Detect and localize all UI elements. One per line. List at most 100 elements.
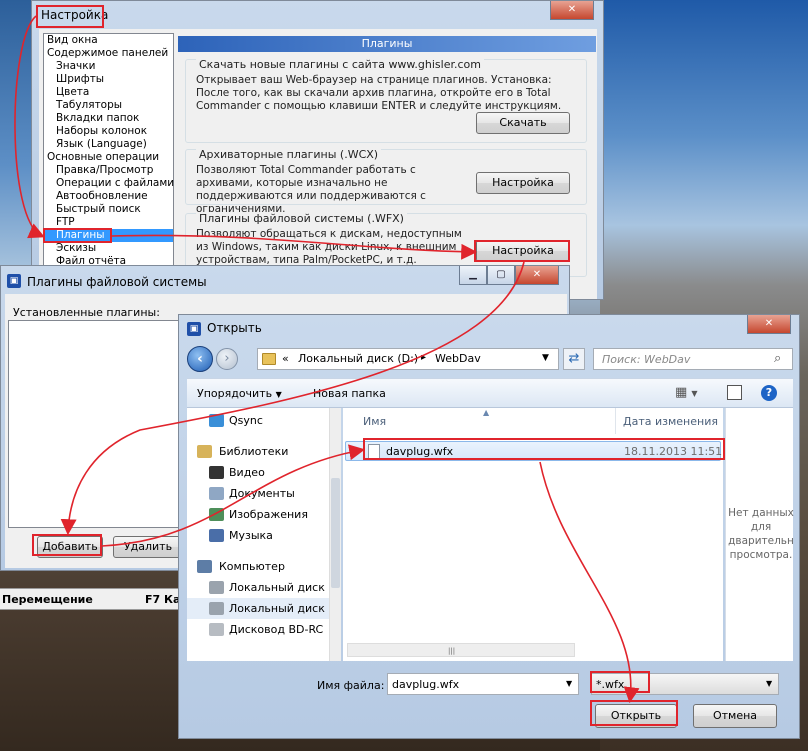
nav-scrollbar[interactable] [329,408,341,661]
nav-item[interactable]: Qsync [187,410,340,431]
nav-item-label: Локальный диск [229,602,325,615]
settings-tree-item[interactable]: Цвета [44,86,173,99]
plugins-panel-header: Плагины [178,36,596,52]
open-dialog: ▣ Открыть ✕ ‹ › « Локальный диск (D:) ▸ … [178,314,800,739]
breadcrumb-drive[interactable]: Локальный диск (D:) [298,352,418,365]
search-icon: ⌕ [774,351,782,366]
add-plugin-button[interactable]: Добавить [37,536,103,558]
nav-item[interactable]: Изображения [187,504,340,525]
file-row[interactable]: davplug.wfx 18.11.2013 11:51 [345,441,723,461]
settings-tree-item[interactable]: Основные операции [44,151,173,164]
settings-tree-item[interactable]: Эскизы [44,242,173,255]
installed-plugins-list[interactable] [8,320,184,528]
filename-input[interactable]: davplug.wfx ▼ [387,673,579,695]
settings-tree-item[interactable]: Быстрый поиск [44,203,173,216]
navigation-pane[interactable]: Qsync Библиотеки Видео Документы Изображения… [187,408,341,661]
help-icon[interactable]: ? [761,385,777,401]
preview-pane: Нет данных для дварительн просмотра. [725,408,794,661]
file-type-filter[interactable]: *.wfx ▼ [591,673,779,695]
open-button[interactable]: Открыть [595,704,677,728]
open-dialog-title: Открыть [207,321,262,335]
filter-value: *.wfx [596,678,625,691]
organize-button[interactable]: Упорядочить ▼ [197,387,282,400]
preview-pane-icon[interactable] [727,385,742,400]
nav-item[interactable]: Документы [187,483,340,504]
chevron-down-icon[interactable]: ▼ [566,679,572,688]
nav-item[interactable]: Дисковод BD-RC [187,619,340,640]
settings-tree-item[interactable]: Шрифты [44,73,173,86]
refresh-button[interactable]: ⇄ [563,348,585,370]
remove-plugin-button[interactable]: Удалить [113,536,183,558]
cancel-button[interactable]: Отмена [693,704,777,728]
settings-tree-item[interactable]: Вид окна [44,34,173,47]
chevron-down-icon[interactable]: ▼ [542,353,549,363]
nav-item[interactable]: Локальный диск [187,577,340,598]
nav-item-label: Изображения [229,508,308,521]
forward-button[interactable]: › [216,348,238,370]
breadcrumb-separator-icon: ▸ [421,352,427,363]
settings-tree-item[interactable]: Значки [44,60,173,73]
plugin-settings-button[interactable]: Настройка [476,240,570,262]
tc-function-bar: Перемещение F7 Ка [0,588,185,610]
nav-item-label: Документы [229,487,295,500]
back-button[interactable]: ‹ [187,346,213,372]
filename-value: davplug.wfx [392,678,460,691]
breadcrumb-folder[interactable]: WebDav [435,352,481,365]
horizontal-scrollbar[interactable]: ||| [347,643,575,657]
column-header-name[interactable]: Имя [363,415,386,428]
move-key-label[interactable]: Перемещение [2,593,93,606]
plugin-group-title: Архиваторные плагины (.WCX) [196,148,382,161]
settings-tree-item[interactable]: Операции с файлами [44,177,174,190]
plugin-group-description: Открывает ваш Web-браузер на странице пл… [196,74,562,112]
breadcrumb-overflow[interactable]: « [282,352,289,365]
settings-tree[interactable]: Вид окна Содержимое панелей Значки Шрифты Цв… [43,33,174,295]
fs-plugins-minimize-button[interactable]: ▁ [459,266,487,285]
settings-tree-item[interactable]: Содержимое панелей [44,47,173,60]
download-button[interactable]: Скачать [476,112,570,134]
installed-plugins-label: Установленные плагины: [13,306,160,319]
filename-label: Имя файла: [317,679,385,692]
f7-key-label[interactable]: F7 Ка [145,593,180,606]
column-header-date[interactable]: Дата изменения [623,415,718,428]
fs-plugins-close-button[interactable]: ✕ [515,266,559,285]
file-icon [368,444,380,459]
file-list[interactable]: Имя ▲ Дата изменения davplug.wfx 18.11.20… [343,408,723,661]
settings-tree-item[interactable]: Правка/Просмотр [44,164,173,177]
open-dialog-close-button[interactable]: ✕ [747,315,791,334]
music-icon [209,529,224,542]
settings-tree-item[interactable]: Табуляторы [44,99,173,112]
settings-tree-item[interactable]: FTP [44,216,173,229]
preview-text: Нет данных для дварительн просмотра. [728,507,794,561]
settings-tree-item[interactable]: Плагины [44,229,173,242]
view-options-icon[interactable]: ▦ ▼ [675,385,698,400]
settings-tree-item[interactable]: Наборы колонок [44,125,173,138]
chevron-down-icon[interactable]: ▼ [766,679,772,688]
settings-close-button[interactable]: ✕ [550,1,594,20]
file-date: 18.11.2013 11:51 [624,445,723,458]
settings-tree-item[interactable]: Вкладки папок [44,112,173,125]
nav-item[interactable]: Видео [187,462,340,483]
qsync-icon [209,414,224,427]
nav-item[interactable]: Компьютер [187,556,340,577]
nav-item[interactable]: Музыка [187,525,340,546]
nav-item[interactable]: Библиотеки [187,441,340,462]
fs-plugins-title: Плагины файловой системы [27,275,207,289]
fs-plugins-maximize-button[interactable]: ▢ [487,266,515,285]
drive-icon [209,602,224,615]
settings-tree-item[interactable]: Язык (Language) [44,138,173,151]
computer-icon [197,560,212,573]
plugin-group-description: Позволяют Total Commander работать с арх… [196,164,426,215]
address-bar[interactable]: « Локальный диск (D:) ▸ WebDav ▼ [257,348,559,370]
settings-client: Вид окна Содержимое панелей Значки Шрифты Цв… [39,29,597,299]
drive-icon [209,581,224,594]
settings-tree-item[interactable]: Автообновление [44,190,173,203]
search-input[interactable]: Поиск: WebDav ⌕ [593,348,793,370]
nav-item[interactable]: Локальный диск [187,598,340,619]
folder-icon [262,353,276,365]
nav-item-label: Видео [229,466,265,479]
libraries-icon [197,445,212,458]
search-placeholder: Поиск: WebDav [602,353,691,366]
plugin-settings-button[interactable]: Настройка [476,172,570,194]
open-dialog-app-icon: ▣ [187,322,201,336]
new-folder-button[interactable]: Новая папка [313,387,386,400]
